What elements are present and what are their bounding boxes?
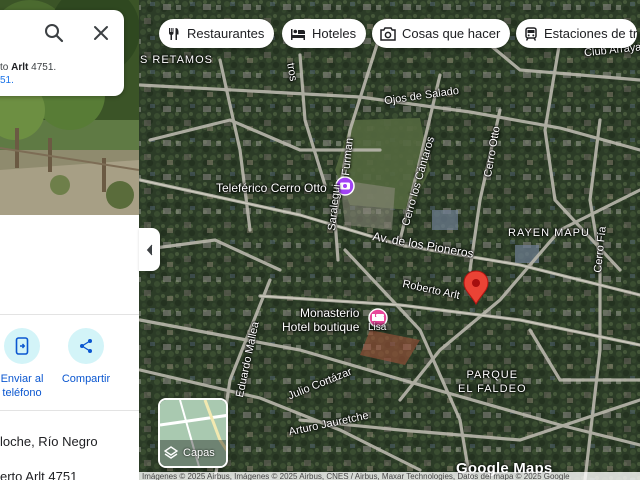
fork-knife-icon <box>169 27 179 40</box>
map-label-rayen-mapu: RAYEN MAPU <box>508 227 590 239</box>
search-icon[interactable] <box>43 22 65 44</box>
share-icon <box>80 339 92 353</box>
map-label-retamos: S RETAMOS <box>140 54 213 66</box>
layers-icon <box>164 446 178 459</box>
collapse-panel-button[interactable] <box>139 228 160 271</box>
map-label-parque-faldeo: PARQUE EL FALDEO <box>458 369 527 395</box>
chip-things-to-do[interactable]: Cosas que hacer <box>372 19 511 48</box>
train-icon <box>525 26 537 41</box>
map-label-teleferico[interactable]: Teleférico Cerro Otto <box>216 181 327 195</box>
bed-icon <box>291 28 305 40</box>
map-label-hotel-boutique[interactable]: Hotel boutique <box>282 320 359 334</box>
chevron-left-icon <box>146 244 152 255</box>
map-attribution[interactable]: Imágenes © 2025 Airbus, Imágenes © 2025 … <box>139 472 640 480</box>
chip-hotels[interactable]: Hoteles <box>282 19 367 48</box>
send-to-phone-icon <box>15 337 29 355</box>
chip-label: Restaurantes <box>187 26 265 41</box>
send-to-phone-button[interactable]: Enviar al teléfono <box>0 328 52 400</box>
close-icon[interactable] <box>90 22 112 44</box>
divider <box>0 410 139 411</box>
action-label: Enviar al <box>0 373 44 385</box>
info-address[interactable]: erto Arlt 4751 <box>0 469 77 480</box>
info-locality[interactable]: loche, Río Negro <box>0 434 98 449</box>
layers-label: Capas <box>164 446 215 460</box>
search-suggestion-text[interactable]: to Arlt 4751. 51. <box>0 61 56 87</box>
chip-label: Hoteles <box>312 26 357 41</box>
chip-transit[interactable]: Estaciones de tr <box>516 19 638 48</box>
place-panel: to Arlt 4751. 51. Enviar al teléfono Com… <box>0 0 139 480</box>
chip-label: Cosas que hacer <box>402 26 501 41</box>
chip-label: Estaciones de tr <box>544 26 638 41</box>
share-button[interactable]: Compartir <box>56 328 116 386</box>
search-suggestion-card: to Arlt 4751. 51. <box>0 10 124 96</box>
action-label: teléfono <box>2 387 42 399</box>
action-label: Compartir <box>61 373 111 385</box>
camera-icon <box>380 26 396 41</box>
chip-restaurants[interactable]: Restaurantes <box>159 19 275 48</box>
divider <box>0 314 139 315</box>
map-label-lisa: Lisa <box>368 322 387 333</box>
map-label-monasterio[interactable]: Monasterio <box>300 306 359 320</box>
layers-button[interactable]: Capas <box>158 398 228 468</box>
